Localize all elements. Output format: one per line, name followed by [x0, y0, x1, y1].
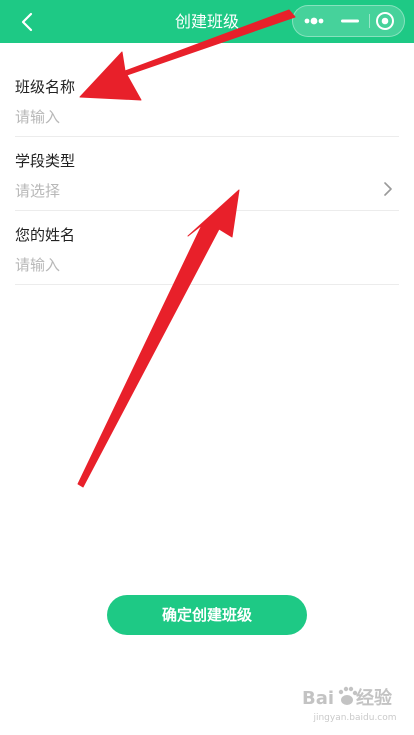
chevron-right-icon: [384, 182, 392, 196]
your-name-input[interactable]: 请输入: [15, 254, 60, 275]
your-name-label: 您的姓名: [15, 226, 76, 244]
nav-bar: 创建班级: [0, 0, 414, 43]
watermark-url: jingyan.baidu.com: [313, 713, 397, 723]
stage-type-label: 学段类型: [15, 152, 76, 170]
more-dots-icon: [304, 17, 324, 25]
create-class-button[interactable]: 确定创建班级: [107, 595, 307, 635]
class-name-field: 班级名称 请输入: [15, 62, 399, 137]
minimize-button[interactable]: [332, 6, 368, 36]
baidu-jingyan-logo: Bai 经验: [302, 686, 393, 709]
class-name-input[interactable]: 请输入: [15, 106, 60, 127]
svg-text:经验: 经验: [356, 687, 393, 709]
mini-program-capsule: [292, 5, 405, 37]
watermark: Bai 经验 jingyan.baidu.com: [300, 680, 410, 728]
svg-text:Bai: Bai: [302, 688, 334, 709]
more-button[interactable]: [297, 6, 333, 36]
stage-type-select[interactable]: 请选择: [15, 180, 60, 201]
target-close-icon: [376, 12, 394, 30]
class-name-label: 班级名称: [15, 78, 76, 96]
minimize-icon: [341, 19, 359, 23]
your-name-field: 您的姓名 请输入: [15, 210, 399, 285]
stage-type-field[interactable]: 学段类型 请选择: [15, 136, 399, 211]
close-button[interactable]: [367, 6, 403, 36]
